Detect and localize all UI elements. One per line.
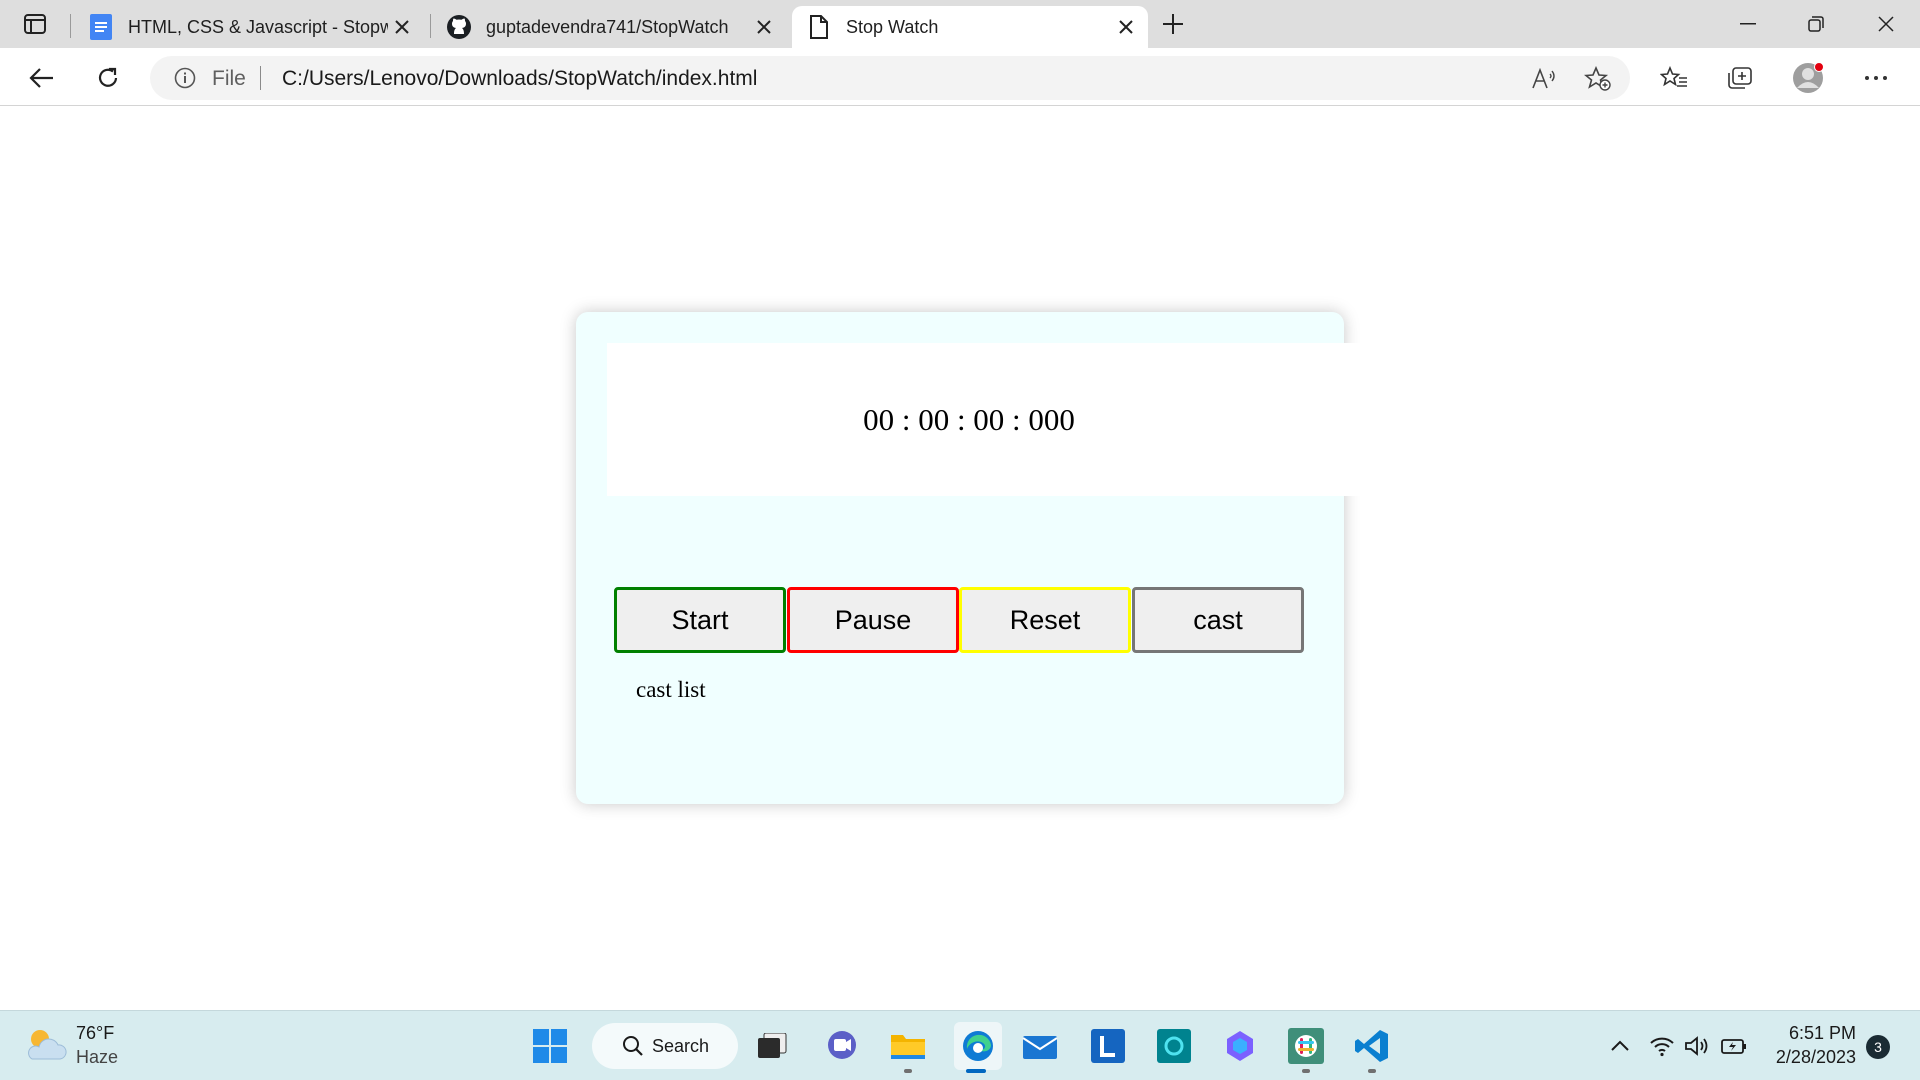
tab-title: HTML, CSS & Javascript - Stopwa — [128, 16, 388, 37]
docs-icon — [88, 14, 114, 40]
page-icon — [806, 14, 832, 40]
restore-icon[interactable] — [1796, 10, 1836, 38]
tab-docs[interactable]: HTML, CSS & Javascript - Stopwa — [74, 6, 424, 48]
read-aloud-icon[interactable] — [1530, 66, 1558, 92]
close-tab-icon[interactable] — [1114, 15, 1138, 39]
favorites-icon[interactable] — [1658, 62, 1690, 94]
close-window-icon[interactable] — [1866, 10, 1906, 38]
profile-avatar-icon[interactable] — [1792, 62, 1824, 94]
address-bar[interactable]: File C:/Users/Lenovo/Downloads/StopWatch… — [150, 56, 1630, 100]
github-icon — [446, 14, 472, 40]
clock-time[interactable]: 6:51 PM — [1789, 1023, 1856, 1044]
task-view-icon[interactable] — [752, 1026, 792, 1066]
slack-icon[interactable] — [1286, 1026, 1326, 1066]
mail-icon[interactable] — [1020, 1026, 1060, 1066]
search-label: Search — [652, 1035, 710, 1056]
page-content: 00 : 00 : 00 : 000 Start Pause Reset cas… — [0, 107, 1920, 1010]
wifi-icon[interactable] — [1648, 1033, 1676, 1059]
add-favorite-icon[interactable] — [1584, 66, 1612, 92]
cast-list-label: cast list — [636, 677, 706, 702]
battery-icon[interactable] — [1720, 1033, 1748, 1059]
volume-icon[interactable] — [1684, 1033, 1712, 1059]
running-indicator — [1368, 1069, 1376, 1073]
tab-separator — [70, 14, 71, 38]
start-button[interactable]: Start — [614, 587, 786, 653]
new-tab-icon[interactable] — [1158, 10, 1188, 38]
notification-badge[interactable]: 3 — [1866, 1035, 1890, 1059]
close-tab-icon[interactable] — [752, 15, 776, 39]
collections-icon[interactable] — [1724, 62, 1756, 94]
stopwatch-card: 00 : 00 : 00 : 000 Start Pause Reset cas… — [576, 312, 1367, 804]
edge-icon[interactable] — [954, 1022, 1002, 1070]
tab-actions-icon[interactable] — [20, 10, 50, 38]
minimize-icon[interactable] — [1728, 10, 1768, 38]
pause-button[interactable]: Pause — [787, 587, 959, 653]
tab-separator — [430, 14, 431, 38]
close-tab-icon[interactable] — [390, 15, 414, 39]
cast-button[interactable]: cast — [1132, 587, 1304, 653]
tab-strip: HTML, CSS & Javascript - Stopwa guptadev… — [0, 0, 1920, 48]
taskbar: 76°F Haze Search 6:51 PM 2/28/2023 3 — [0, 1010, 1920, 1080]
weather-haze-icon[interactable] — [24, 1025, 68, 1065]
search-icon — [623, 1036, 643, 1056]
copilot-icon[interactable] — [1220, 1026, 1260, 1066]
address-separator — [260, 66, 261, 90]
reset-button[interactable]: Reset — [959, 587, 1131, 653]
refresh-icon[interactable] — [92, 62, 124, 94]
tab-title: guptadevendra741/StopWatch — [486, 16, 729, 37]
browser-toolbar: File C:/Users/Lenovo/Downloads/StopWatch… — [0, 48, 1920, 106]
taskbar-search[interactable]: Search — [592, 1023, 738, 1069]
l-app-icon[interactable] — [1088, 1026, 1128, 1066]
windows-start-icon[interactable] — [530, 1026, 570, 1066]
scheme-label: File — [212, 67, 246, 90]
file-explorer-icon[interactable] — [888, 1026, 928, 1066]
show-hidden-icons[interactable] — [1606, 1033, 1634, 1059]
vscode-icon[interactable] — [1352, 1026, 1392, 1066]
teams-chat-icon[interactable] — [822, 1026, 862, 1066]
back-icon[interactable] — [26, 62, 58, 94]
tab-title: Stop Watch — [846, 16, 939, 37]
url-text[interactable]: C:/Users/Lenovo/Downloads/StopWatch/inde… — [282, 67, 757, 91]
active-indicator — [966, 1069, 986, 1073]
time-display: 00 : 00 : 00 : 000 — [607, 343, 1367, 496]
time-text: 00 : 00 : 00 : 000 — [863, 401, 1075, 437]
tab-github[interactable]: guptadevendra741/StopWatch — [432, 6, 786, 48]
tab-stop-watch[interactable]: Stop Watch — [792, 6, 1148, 48]
clock-date[interactable]: 2/28/2023 — [1776, 1047, 1856, 1068]
site-info-icon[interactable] — [174, 67, 196, 89]
weather-temp[interactable]: 76°F — [76, 1023, 114, 1044]
weather-condition[interactable]: Haze — [76, 1047, 118, 1068]
running-indicator — [1302, 1069, 1310, 1073]
more-options-icon[interactable] — [1860, 62, 1892, 94]
cortana-app-icon[interactable] — [1154, 1026, 1194, 1066]
running-indicator — [904, 1069, 912, 1073]
